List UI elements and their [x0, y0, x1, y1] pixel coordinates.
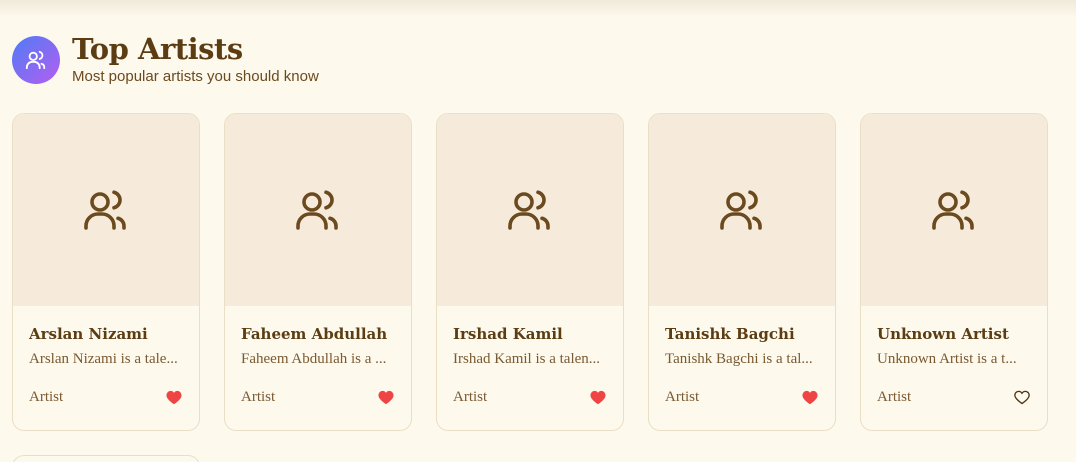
- artist-name[interactable]: Faheem Abdullah: [241, 324, 395, 344]
- users-icon: [84, 190, 126, 230]
- artist-role: Artist: [453, 388, 488, 405]
- heart-filled-icon[interactable]: [377, 388, 395, 406]
- artist-card[interactable]: Tanishk Bagchi Tanishk Bagchi is a tal..…: [648, 113, 836, 431]
- users-icon: [12, 36, 60, 84]
- artist-name[interactable]: Arslan Nizami: [29, 324, 183, 344]
- artist-image-placeholder: [861, 114, 1047, 306]
- artist-description: Faheem Abdullah is a ...: [241, 351, 387, 367]
- users-icon: [932, 190, 974, 230]
- users-icon: [508, 190, 550, 230]
- artist-card[interactable]: Unknown Artist Unknown Artist is a t... …: [860, 113, 1048, 431]
- artist-role: Artist: [29, 388, 64, 405]
- artist-image-placeholder: [13, 114, 199, 306]
- top-shadow: [0, 0, 1076, 18]
- users-icon: [720, 190, 762, 230]
- heart-filled-icon[interactable]: [801, 388, 819, 406]
- artist-card[interactable]: Irshad Kamil Irshad Kamil is a talen... …: [436, 113, 624, 431]
- artist-card[interactable]: Faheem Abdullah Faheem Abdullah is a ...…: [224, 113, 412, 431]
- heart-outline-icon[interactable]: [1013, 388, 1031, 406]
- artist-description: Unknown Artist is a t...: [877, 351, 1017, 367]
- artist-image-placeholder: [649, 114, 835, 306]
- page-title: Top Artists: [72, 32, 243, 66]
- section-header: Top Artists Most popular artists you sho…: [12, 34, 319, 85]
- artist-grid: Arslan Nizami Arslan Nizami is a tale...…: [12, 113, 1048, 431]
- artist-role: Artist: [665, 388, 700, 405]
- artist-role: Artist: [241, 388, 276, 405]
- artist-role: Artist: [877, 388, 912, 405]
- artist-name[interactable]: Irshad Kamil: [453, 324, 607, 344]
- heart-filled-icon[interactable]: [165, 388, 183, 406]
- artist-description: Tanishk Bagchi is a tal...: [665, 351, 813, 367]
- artist-image-placeholder: [225, 114, 411, 306]
- heart-filled-icon[interactable]: [589, 388, 607, 406]
- users-icon: [296, 190, 338, 230]
- page-subtitle: Most popular artists you should know: [72, 68, 319, 85]
- artist-description: Irshad Kamil is a talen...: [453, 351, 601, 367]
- artist-image-placeholder: [437, 114, 623, 306]
- artist-description: Arslan Nizami is a tale...: [29, 351, 178, 367]
- artist-name[interactable]: Tanishk Bagchi: [665, 324, 819, 344]
- artist-card[interactable]: [12, 455, 200, 462]
- artist-card[interactable]: Arslan Nizami Arslan Nizami is a tale...…: [12, 113, 200, 431]
- artist-name[interactable]: Unknown Artist: [877, 324, 1031, 344]
